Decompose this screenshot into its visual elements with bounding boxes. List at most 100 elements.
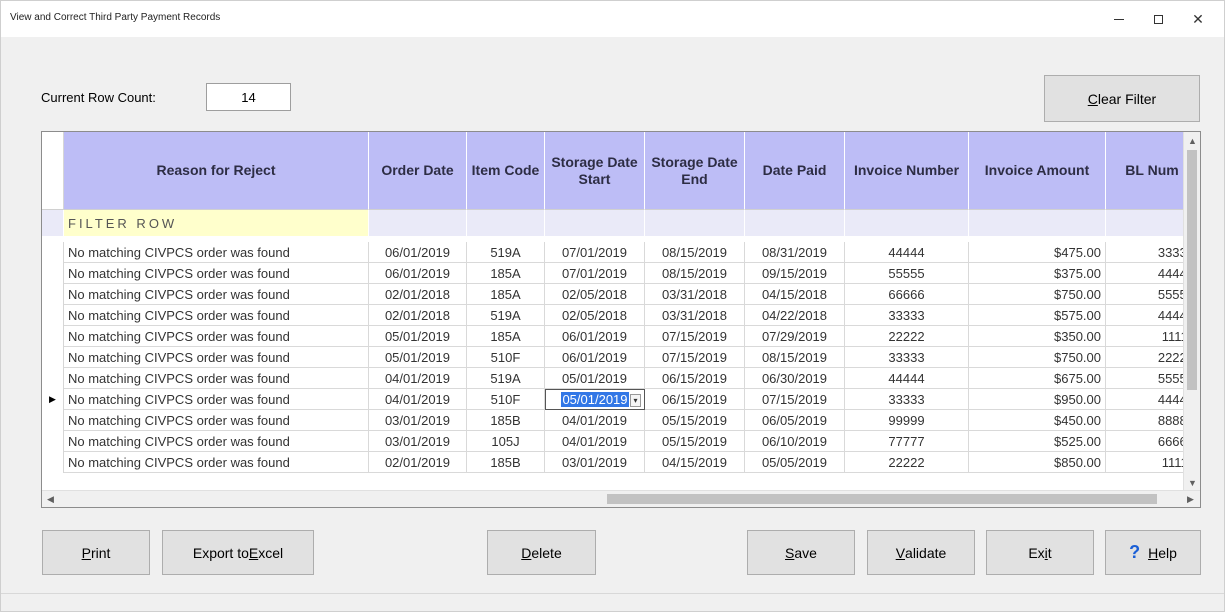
cell-storage-end[interactable]: 03/31/2018 <box>645 284 745 305</box>
table-row[interactable]: No matching CIVPCS order was found 02/01/… <box>42 284 1198 305</box>
cell-invoice-amount[interactable]: $675.00 <box>969 368 1106 389</box>
cell-invoice-number[interactable]: 22222 <box>845 326 969 347</box>
table-row[interactable]: No matching CIVPCS order was found 02/01/… <box>42 452 1198 473</box>
filter-storage-end[interactable] <box>645 210 745 236</box>
table-row[interactable]: ▶ No matching CIVPCS order was found 04/01… <box>42 389 1198 410</box>
validate-button[interactable]: Validate <box>867 530 975 575</box>
cell-invoice-amount[interactable]: $575.00 <box>969 305 1106 326</box>
cell-storage-end[interactable]: 08/15/2019 <box>645 263 745 284</box>
export-to-excel-button[interactable]: Export to Excel <box>162 530 314 575</box>
cell-invoice-number[interactable]: 44444 <box>845 368 969 389</box>
cell-invoice-number[interactable]: 99999 <box>845 410 969 431</box>
row-selector[interactable] <box>42 305 64 326</box>
table-row[interactable]: No matching CIVPCS order was found 05/01/… <box>42 326 1198 347</box>
row-selector[interactable] <box>42 326 64 347</box>
cell-reason[interactable]: No matching CIVPCS order was found <box>64 305 369 326</box>
scroll-down-icon[interactable]: ▼ <box>1184 474 1200 491</box>
cell-item-code[interactable]: 185B <box>467 452 545 473</box>
table-row[interactable]: No matching CIVPCS order was found 02/01/… <box>42 305 1198 326</box>
table-row[interactable]: No matching CIVPCS order was found 03/01/… <box>42 410 1198 431</box>
cell-invoice-number[interactable]: 55555 <box>845 263 969 284</box>
cell-reason[interactable]: No matching CIVPCS order was found <box>64 431 369 452</box>
table-row[interactable]: No matching CIVPCS order was found 03/01/… <box>42 431 1198 452</box>
cell-order-date[interactable]: 05/01/2019 <box>369 347 467 368</box>
scroll-right-icon[interactable]: ▶ <box>1182 491 1199 507</box>
cell-storage-start[interactable]: 04/01/2019 <box>545 431 645 452</box>
cell-storage-start[interactable]: 06/01/2019 <box>545 326 645 347</box>
col-header-invoice-number[interactable]: Invoice Number <box>845 132 969 210</box>
row-selector[interactable] <box>42 452 64 473</box>
save-button[interactable]: Save <box>747 530 855 575</box>
horizontal-scroll-thumb[interactable] <box>607 494 1157 504</box>
cell-order-date[interactable]: 06/01/2019 <box>369 242 467 263</box>
row-selector[interactable] <box>42 347 64 368</box>
cell-order-date[interactable]: 05/01/2019 <box>369 326 467 347</box>
cell-storage-end[interactable]: 03/31/2018 <box>645 305 745 326</box>
current-row-indicator-icon[interactable]: ▶ <box>42 389 64 410</box>
cell-invoice-amount[interactable]: $525.00 <box>969 431 1106 452</box>
filter-storage-start[interactable] <box>545 210 645 236</box>
cell-date-paid[interactable]: 05/05/2019 <box>745 452 845 473</box>
cell-date-paid[interactable]: 07/29/2019 <box>745 326 845 347</box>
cell-item-code[interactable]: 185A <box>467 263 545 284</box>
cell-item-code[interactable]: 185A <box>467 326 545 347</box>
cell-invoice-number[interactable]: 66666 <box>845 284 969 305</box>
cell-order-date[interactable]: 03/01/2019 <box>369 410 467 431</box>
cell-invoice-number[interactable]: 22222 <box>845 452 969 473</box>
cell-date-paid[interactable]: 06/10/2019 <box>745 431 845 452</box>
cell-storage-end[interactable]: 08/15/2019 <box>645 242 745 263</box>
cell-reason[interactable]: No matching CIVPCS order was found <box>64 326 369 347</box>
records-grid[interactable]: Reason for Reject Order Date Item Code S… <box>41 131 1201 508</box>
cell-reason[interactable]: No matching CIVPCS order was found <box>64 284 369 305</box>
cell-item-code[interactable]: 510F <box>467 389 545 410</box>
table-row[interactable]: No matching CIVPCS order was found 05/01/… <box>42 347 1198 368</box>
cell-storage-end[interactable]: 05/15/2019 <box>645 410 745 431</box>
cell-reason[interactable]: No matching CIVPCS order was found <box>64 452 369 473</box>
exit-button[interactable]: Ex i t <box>986 530 1094 575</box>
row-selector[interactable] <box>42 263 64 284</box>
cell-date-paid[interactable]: 08/31/2019 <box>745 242 845 263</box>
cell-order-date[interactable]: 02/01/2018 <box>369 305 467 326</box>
dropdown-arrow-icon[interactable]: ▾ <box>630 394 641 407</box>
col-header-storage-end[interactable]: Storage Date End <box>645 132 745 210</box>
cell-reason[interactable]: No matching CIVPCS order was found <box>64 368 369 389</box>
cell-item-code[interactable]: 185A <box>467 284 545 305</box>
table-row[interactable]: No matching CIVPCS order was found 06/01/… <box>42 242 1198 263</box>
cell-storage-end[interactable]: 07/15/2019 <box>645 326 745 347</box>
cell-storage-start[interactable]: 07/01/2019 <box>545 263 645 284</box>
row-selector[interactable] <box>42 431 64 452</box>
col-header-item-code[interactable]: Item Code <box>467 132 545 210</box>
clear-filter-button[interactable]: Clear Filter <box>1044 75 1200 122</box>
cell-order-date[interactable]: 02/01/2018 <box>369 284 467 305</box>
cell-invoice-number[interactable]: 44444 <box>845 242 969 263</box>
cell-storage-end[interactable]: 04/15/2019 <box>645 452 745 473</box>
row-selector[interactable] <box>42 242 64 263</box>
cell-date-paid[interactable]: 08/15/2019 <box>745 347 845 368</box>
col-header-invoice-amount[interactable]: Invoice Amount <box>969 132 1106 210</box>
cell-storage-start[interactable]: 05/01/2019 <box>545 368 645 389</box>
print-button[interactable]: Print <box>42 530 150 575</box>
table-row[interactable]: No matching CIVPCS order was found 06/01/… <box>42 263 1198 284</box>
cell-order-date[interactable]: 03/01/2019 <box>369 431 467 452</box>
close-button[interactable]: ✕ <box>1183 7 1213 31</box>
cell-item-code[interactable]: 510F <box>467 347 545 368</box>
cell-storage-end[interactable]: 06/15/2019 <box>645 368 745 389</box>
cell-reason[interactable]: No matching CIVPCS order was found <box>64 410 369 431</box>
row-selector[interactable] <box>42 368 64 389</box>
cell-order-date[interactable]: 06/01/2019 <box>369 263 467 284</box>
filter-row-label[interactable]: FILTER ROW <box>64 210 369 236</box>
cell-date-paid[interactable]: 04/22/2018 <box>745 305 845 326</box>
cell-item-code[interactable]: 105J <box>467 431 545 452</box>
cell-item-code[interactable]: 519A <box>467 305 545 326</box>
active-date-editor[interactable]: 05/01/2019 ▾ <box>545 389 645 410</box>
minimize-button[interactable] <box>1104 7 1134 31</box>
cell-invoice-amount[interactable]: $750.00 <box>969 347 1106 368</box>
cell-date-paid[interactable]: 06/05/2019 <box>745 410 845 431</box>
col-header-reason[interactable]: Reason for Reject <box>64 132 369 210</box>
row-selector[interactable] <box>42 410 64 431</box>
vertical-scroll-thumb[interactable] <box>1187 150 1197 390</box>
col-header-storage-start[interactable]: Storage Date Start <box>545 132 645 210</box>
selected-text[interactable]: 05/01/2019 <box>561 392 629 407</box>
cell-item-code[interactable]: 185B <box>467 410 545 431</box>
scroll-left-icon[interactable]: ◀ <box>42 491 59 507</box>
